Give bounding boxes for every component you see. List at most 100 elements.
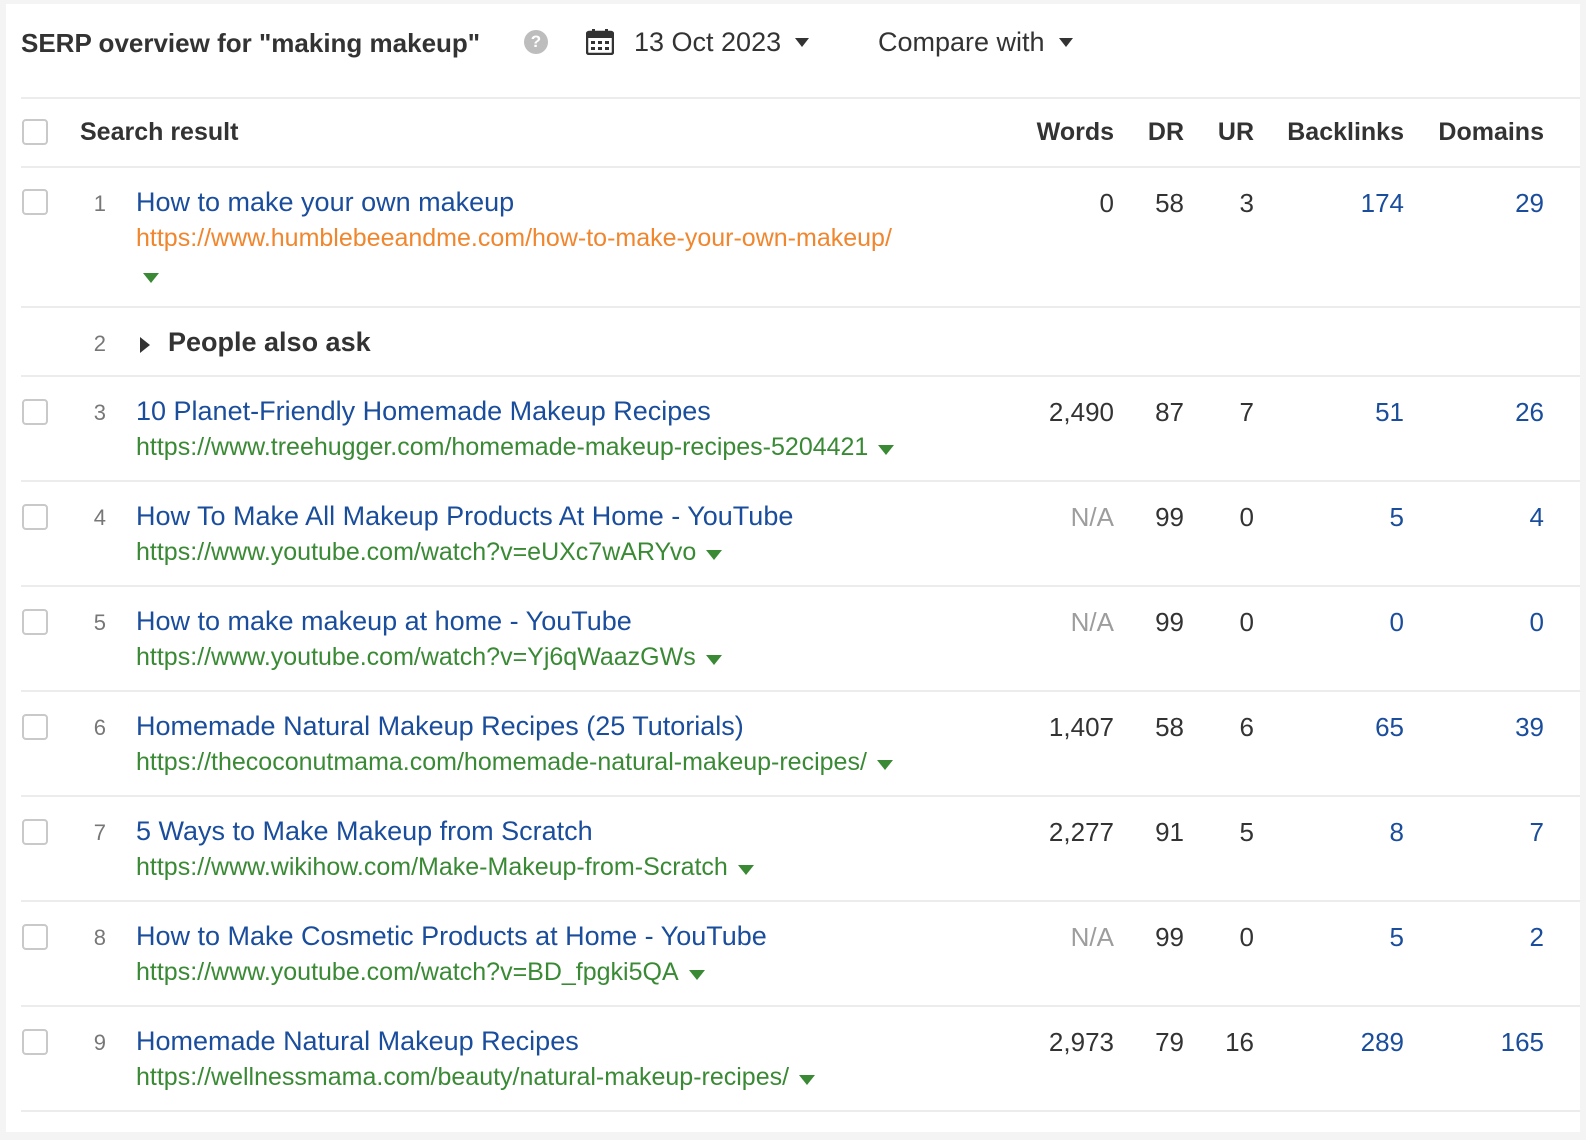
- backlinks-link[interactable]: 5: [1276, 922, 1404, 953]
- date-picker-button[interactable]: 13 Oct 2023: [586, 22, 810, 62]
- result-url-link[interactable]: https://www.wikihow.com/Make-Makeup-from…: [136, 853, 728, 882]
- column-header-dr[interactable]: DR: [1126, 118, 1184, 147]
- url-dropdown-caret-icon[interactable]: [799, 1074, 816, 1085]
- url-dropdown-caret-icon[interactable]: [737, 864, 754, 875]
- result-title-link[interactable]: 5 Ways to Make Makeup from Scratch: [136, 816, 593, 847]
- backlinks-link[interactable]: 5: [1276, 502, 1404, 533]
- date-value: 13 Oct 2023: [634, 26, 782, 57]
- column-header-ur[interactable]: UR: [1196, 118, 1254, 147]
- table-row: 5 How to make makeup at home - YouTube h…: [6, 586, 1580, 690]
- dr-value: 79: [1155, 1027, 1184, 1057]
- row-checkbox[interactable]: [22, 504, 48, 530]
- row-position: 3: [93, 400, 106, 425]
- words-value: 1,407: [1048, 712, 1114, 742]
- domains-link[interactable]: 4: [1426, 502, 1544, 533]
- row-position: 9: [93, 1030, 106, 1055]
- result-url-link[interactable]: https://www.youtube.com/watch?v=BD_fpgki…: [136, 958, 679, 987]
- row-position: 5: [93, 610, 106, 635]
- table-row: 1 How to make your own makeup https://ww…: [6, 167, 1580, 307]
- result-title-link[interactable]: 10 Planet-Friendly Homemade Makeup Recip…: [136, 396, 711, 427]
- row-checkbox[interactable]: [22, 399, 48, 425]
- row-position: 1: [93, 191, 106, 216]
- column-header-backlinks[interactable]: Backlinks: [1276, 118, 1404, 147]
- question-circle-icon[interactable]: ?: [524, 30, 548, 54]
- row-checkbox[interactable]: [22, 1029, 48, 1055]
- column-header-domains[interactable]: Domains: [1426, 118, 1544, 147]
- backlinks-link[interactable]: 65: [1276, 712, 1404, 743]
- result-title-link[interactable]: Homemade Natural Makeup Recipes (25 Tuto…: [136, 711, 744, 742]
- url-dropdown-caret-icon[interactable]: [706, 549, 723, 560]
- result-title-link[interactable]: How to make makeup at home - YouTube: [136, 606, 632, 637]
- result-title-link[interactable]: How to Make Cosmetic Products at Home - …: [136, 921, 767, 952]
- url-dropdown-caret-icon[interactable]: [876, 759, 893, 770]
- ur-value: 0: [1239, 922, 1254, 952]
- result-url-link[interactable]: https://www.youtube.com/watch?v=eUXc7wAR…: [136, 538, 696, 567]
- dr-value: 87: [1155, 397, 1184, 427]
- domains-link[interactable]: 0: [1426, 607, 1544, 638]
- row-checkbox[interactable]: [22, 924, 48, 950]
- divider: [21, 1110, 1580, 1112]
- backlinks-link[interactable]: 174: [1276, 188, 1404, 219]
- words-value: 0: [1099, 188, 1114, 218]
- row-position: 8: [93, 925, 106, 950]
- domains-link[interactable]: 29: [1426, 188, 1544, 219]
- result-url-wrap: https://www.youtube.com/watch?v=BD_fpgki…: [136, 958, 705, 987]
- words-value: N/A: [1070, 607, 1114, 637]
- result-url-wrap: https://www.humblebeeandme.com/how-to-ma…: [136, 224, 892, 253]
- caret-right-icon[interactable]: [140, 337, 150, 353]
- row-position: 4: [93, 505, 106, 530]
- result-title-link[interactable]: How to make your own makeup: [136, 187, 514, 218]
- ur-value: 7: [1239, 397, 1254, 427]
- people-also-ask-label[interactable]: People also ask: [168, 327, 371, 358]
- url-dropdown-caret-icon[interactable]: [878, 444, 895, 455]
- dr-value: 99: [1155, 502, 1184, 532]
- url-dropdown-caret-icon[interactable]: [705, 654, 722, 665]
- words-value: 2,490: [1048, 397, 1114, 427]
- backlinks-link[interactable]: 0: [1276, 607, 1404, 638]
- compare-with-dropdown[interactable]: Compare with: [878, 22, 1073, 62]
- result-title-link[interactable]: How To Make All Makeup Products At Home …: [136, 501, 793, 532]
- domains-link[interactable]: 2: [1426, 922, 1544, 953]
- result-url-link[interactable]: https://wellnessmama.com/beauty/natural-…: [136, 1063, 789, 1092]
- domains-link[interactable]: 165: [1426, 1027, 1544, 1058]
- domains-link[interactable]: 7: [1426, 817, 1544, 848]
- dr-value: 58: [1155, 188, 1184, 218]
- result-url-link[interactable]: https://www.treehugger.com/homemade-make…: [136, 433, 868, 462]
- result-title-link[interactable]: Homemade Natural Makeup Recipes: [136, 1026, 579, 1057]
- dr-value: 58: [1155, 712, 1184, 742]
- chevron-down-icon: [795, 37, 810, 47]
- ur-value: 6: [1239, 712, 1254, 742]
- backlinks-link[interactable]: 289: [1276, 1027, 1404, 1058]
- column-header-words[interactable]: Words: [1006, 118, 1114, 147]
- row-checkbox[interactable]: [22, 609, 48, 635]
- ur-value: 16: [1225, 1027, 1254, 1057]
- url-dropdown-caret-icon[interactable]: [688, 969, 705, 980]
- people-also-ask-row[interactable]: 2 People also ask: [6, 307, 1580, 375]
- row-checkbox[interactable]: [22, 189, 48, 215]
- row-checkbox[interactable]: [22, 819, 48, 845]
- result-url-link[interactable]: https://www.youtube.com/watch?v=Yj6qWaaz…: [136, 643, 696, 672]
- dr-value: 99: [1155, 607, 1184, 637]
- result-url-wrap: https://www.wikihow.com/Make-Makeup-from…: [136, 853, 754, 882]
- divider: [21, 97, 1580, 99]
- dr-value: 91: [1155, 817, 1184, 847]
- result-url-wrap: https://www.youtube.com/watch?v=eUXc7wAR…: [136, 538, 723, 567]
- url-dropdown-caret-icon[interactable]: [143, 273, 159, 283]
- calendar-icon: [586, 29, 614, 55]
- result-url-link[interactable]: https://www.humblebeeandme.com/how-to-ma…: [136, 224, 892, 253]
- row-checkbox[interactable]: [22, 714, 48, 740]
- domains-link[interactable]: 26: [1426, 397, 1544, 428]
- backlinks-link[interactable]: 51: [1276, 397, 1404, 428]
- page-title: SERP overview for "making makeup": [21, 28, 481, 58]
- domains-link[interactable]: 39: [1426, 712, 1544, 743]
- ur-value: 0: [1239, 502, 1254, 532]
- words-value: N/A: [1070, 922, 1114, 952]
- result-url-wrap: https://www.treehugger.com/homemade-make…: [136, 433, 895, 462]
- words-value: 2,973: [1048, 1027, 1114, 1057]
- chevron-down-icon: [1058, 37, 1073, 47]
- select-all-checkbox[interactable]: [22, 119, 48, 145]
- column-header-search-result: Search result: [80, 118, 239, 146]
- backlinks-link[interactable]: 8: [1276, 817, 1404, 848]
- table-row: 4 How To Make All Makeup Products At Hom…: [6, 481, 1580, 585]
- result-url-link[interactable]: https://thecoconutmama.com/homemade-natu…: [136, 748, 867, 777]
